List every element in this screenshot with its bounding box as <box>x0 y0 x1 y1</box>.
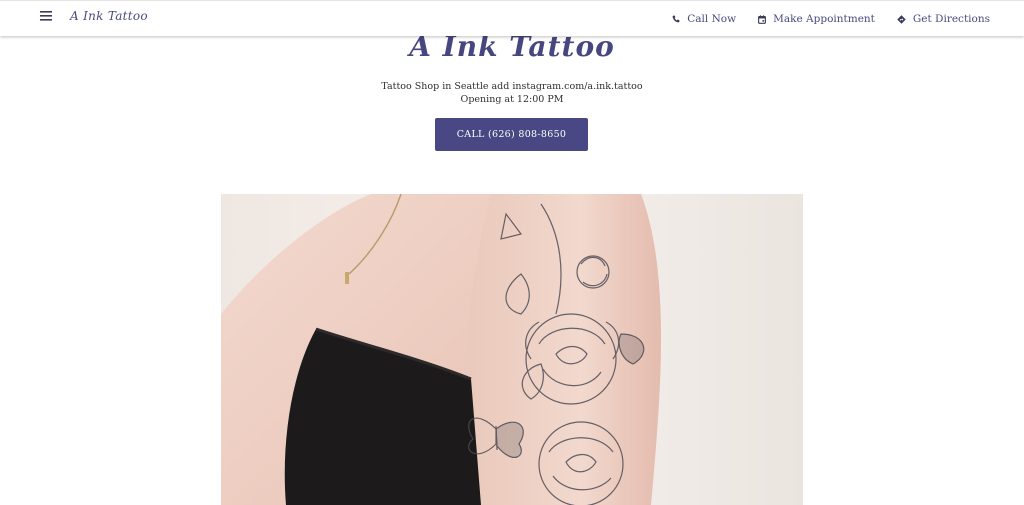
top-bar: A Ink Tattoo Call Now Make Appointment G… <box>0 0 1024 36</box>
directions-icon <box>897 14 906 24</box>
nav-get-directions-label: Get Directions <box>912 13 990 25</box>
nav-call-now-label: Call Now <box>687 13 737 25</box>
nav-get-directions[interactable]: Get Directions <box>897 13 990 25</box>
calendar-icon <box>758 14 767 24</box>
hamburger-menu-icon[interactable] <box>40 11 56 25</box>
tagline-description: Tattoo Shop in Seattle add instagram.com… <box>381 81 643 92</box>
header-brand[interactable]: A Ink Tattoo <box>70 9 148 23</box>
nav-make-appointment[interactable]: Make Appointment <box>758 13 875 25</box>
tagline: Tattoo Shop in Seattle add instagram.com… <box>0 80 1024 106</box>
call-button[interactable]: CALL (626) 808-8650 <box>435 118 588 151</box>
nav-make-appointment-label: Make Appointment <box>773 13 875 25</box>
tattoo-photo <box>221 194 803 505</box>
nav-call-now[interactable]: Call Now <box>672 13 736 25</box>
phone-icon <box>672 15 680 23</box>
header-nav: Call Now Make Appointment Get Directions <box>672 1 990 37</box>
opening-hours: Opening at 12:00 PM <box>460 94 564 105</box>
